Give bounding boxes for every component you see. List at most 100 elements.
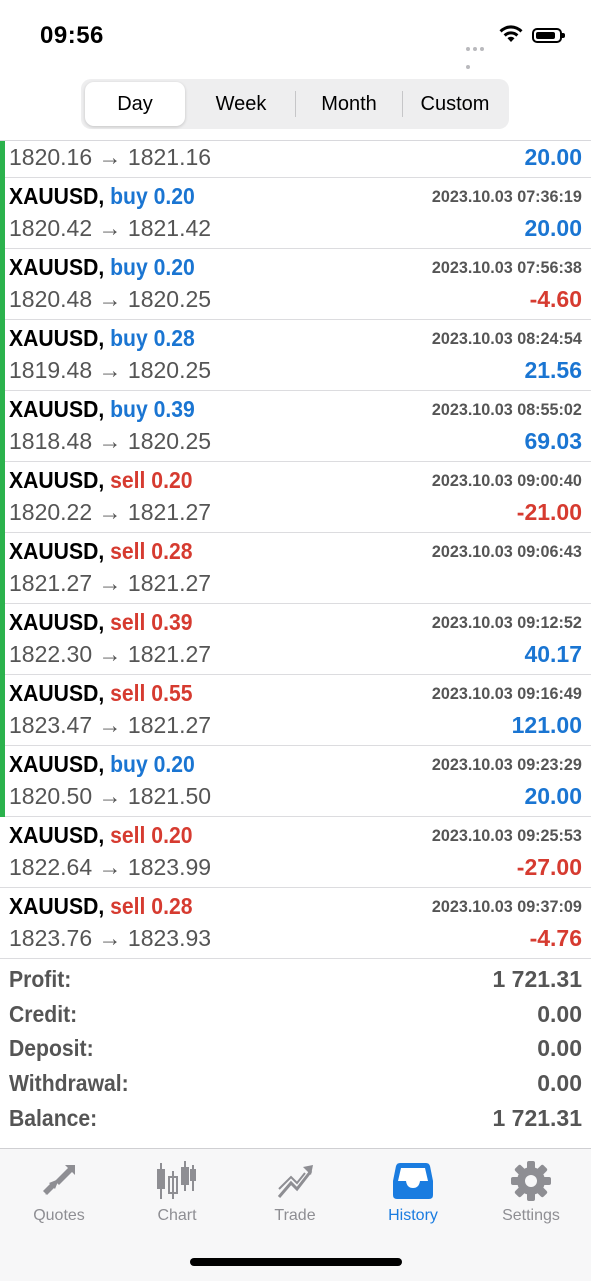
deal-profit: -27.00 [516, 854, 582, 880]
tab-settings[interactable]: Settings [472, 1149, 590, 1239]
summary-value: 0.00 [537, 1070, 582, 1096]
tab-quotes[interactable]: Quotes [0, 1149, 118, 1239]
deal-row[interactable]: XAUUSD, sell 0.28 2023.10.03 09:06:43 1821… [0, 532, 591, 604]
deal-symbol: XAUUSD, [9, 538, 105, 564]
deal-row[interactable]: XAUUSD, buy 0.20 2023.10.03 07:56:38 1820.… [0, 248, 591, 320]
position-indicator-bar [0, 603, 5, 675]
deal-prices: 1823.47 → 1821.27 [9, 712, 212, 738]
status-bar: 09:56 [0, 0, 591, 72]
deal-title: XAUUSD, sell 0.39 [9, 609, 192, 636]
deal-volume: 0.39 [151, 609, 193, 635]
deal-volume: 0.20 [153, 183, 195, 209]
summary-value: 1 721.31 [492, 966, 582, 992]
deal-direction: sell [110, 680, 146, 706]
period-segmented-control: Day Week Month Custom [81, 79, 509, 129]
deal-symbol: XAUUSD, [9, 609, 105, 635]
tab-chart[interactable]: Chart [118, 1149, 236, 1239]
deal-row-partial[interactable]: 1820.16 → 1821.16 20.00 [0, 141, 591, 178]
battery-icon [532, 28, 565, 43]
deal-direction: sell [110, 467, 146, 493]
deal-volume: 0.28 [151, 893, 193, 919]
deal-side: sell 0.28 [110, 893, 192, 919]
deal-datetime: 2023.10.03 07:56:38 [432, 258, 582, 277]
deal-row[interactable]: XAUUSD, buy 0.20 2023.10.03 07:36:19 1820.… [0, 177, 591, 249]
deal-side: buy 0.20 [110, 254, 195, 280]
deal-datetime: 2023.10.03 09:37:09 [432, 897, 582, 916]
deal-symbol: XAUUSD, [9, 893, 105, 919]
history-icon [393, 1163, 433, 1199]
tab-custom[interactable]: Custom [403, 82, 507, 126]
wifi-icon [499, 25, 523, 42]
deal-volume: 0.55 [151, 680, 193, 706]
deal-row[interactable]: XAUUSD, buy 0.39 2023.10.03 08:55:02 1818.… [0, 390, 591, 462]
deal-datetime: 2023.10.03 09:16:49 [432, 684, 582, 703]
deal-prices: 1820.48 → 1820.25 [9, 286, 212, 312]
summary-row-profit: Profit: 1 721.31 [0, 966, 591, 1000]
deal-title: XAUUSD, sell 0.20 [9, 467, 192, 494]
deal-row[interactable]: XAUUSD, sell 0.20 2023.10.03 09:25:53 1822… [0, 816, 591, 888]
tab-label: History [388, 1207, 438, 1224]
deal-symbol: XAUUSD, [9, 183, 105, 209]
deal-side: sell 0.28 [110, 538, 192, 564]
position-indicator-bar [0, 390, 5, 462]
deal-direction: buy [110, 396, 148, 422]
deal-symbol: XAUUSD, [9, 396, 105, 422]
deal-row[interactable]: XAUUSD, sell 0.20 2023.10.03 09:00:40 1820… [0, 461, 591, 533]
deal-prices: 1820.50 → 1821.50 [9, 783, 212, 809]
deal-profit: 69.03 [524, 428, 582, 454]
deal-profit: 40.17 [524, 641, 582, 667]
deal-title: XAUUSD, buy 0.20 [9, 254, 195, 281]
deal-profit: 20.00 [524, 215, 582, 241]
deal-prices: 1818.48 → 1820.25 [9, 428, 212, 454]
deal-side: buy 0.20 [110, 751, 195, 777]
deal-row[interactable]: XAUUSD, sell 0.55 2023.10.03 09:16:49 1823… [0, 674, 591, 746]
summary-value: 0.00 [537, 1035, 582, 1061]
deal-title: XAUUSD, sell 0.20 [9, 822, 192, 849]
deal-volume: 0.39 [153, 396, 195, 422]
deal-symbol: XAUUSD, [9, 325, 105, 351]
deal-datetime: 2023.10.03 09:12:52 [432, 613, 582, 632]
deal-title: XAUUSD, sell 0.28 [9, 538, 192, 565]
trade-icon [277, 1165, 313, 1198]
deal-symbol: XAUUSD, [9, 822, 105, 848]
deal-row[interactable]: XAUUSD, sell 0.28 2023.10.03 09:37:09 1823… [0, 887, 591, 959]
summary-value: 1 721.31 [492, 1105, 582, 1131]
settings-icon [511, 1161, 551, 1201]
summary-row-deposit: Deposit: 0.00 [0, 1035, 591, 1069]
deals-list[interactable]: 1820.16 → 1821.16 20.00 XAUUSD, buy 0.20… [0, 140, 591, 961]
deal-row[interactable]: XAUUSD, sell 0.39 2023.10.03 09:12:52 1822… [0, 603, 591, 675]
position-indicator-bar [0, 248, 5, 320]
deal-row[interactable]: XAUUSD, buy 0.28 2023.10.03 08:24:54 1819.… [0, 319, 591, 391]
deal-direction: sell [110, 609, 146, 635]
position-indicator-bar [0, 319, 5, 391]
position-indicator-bar [0, 745, 5, 817]
deal-side: sell 0.20 [110, 467, 192, 493]
deal-profit: -4.60 [529, 286, 582, 312]
deal-datetime: 2023.10.03 09:00:40 [432, 471, 582, 490]
deal-title: XAUUSD, buy 0.39 [9, 396, 195, 423]
summary-label: Balance: [9, 1105, 98, 1131]
tab-label: Chart [157, 1207, 197, 1224]
deal-side: buy 0.20 [110, 183, 195, 209]
tab-history[interactable]: History [354, 1149, 472, 1239]
deal-row[interactable]: XAUUSD, buy 0.20 2023.10.03 09:23:29 1820.… [0, 745, 591, 817]
deal-title: XAUUSD, sell 0.28 [9, 893, 192, 920]
deal-volume: 0.20 [153, 254, 195, 280]
deal-title: XAUUSD, buy 0.20 [9, 751, 195, 778]
quotes-icon [43, 1165, 75, 1195]
summary-label: Deposit: [9, 1035, 94, 1061]
summary-row-withdrawal: Withdrawal: 0.00 [0, 1070, 591, 1104]
deal-direction: sell [110, 822, 146, 848]
tab-month[interactable]: Month [297, 82, 401, 126]
deal-prices: 1820.22 → 1821.27 [9, 499, 212, 525]
tab-week[interactable]: Week [189, 82, 293, 126]
deal-prices: 1820.16 → 1821.16 [9, 144, 212, 170]
deal-profit: 20.00 [524, 144, 582, 170]
tab-trade[interactable]: Trade [236, 1149, 354, 1239]
position-indicator-bar [0, 461, 5, 533]
deal-direction: buy [110, 751, 148, 777]
segment-divider [295, 91, 296, 117]
tab-day[interactable]: Day [85, 82, 185, 126]
deal-symbol: XAUUSD, [9, 254, 105, 280]
deal-datetime: 2023.10.03 08:24:54 [432, 329, 582, 348]
